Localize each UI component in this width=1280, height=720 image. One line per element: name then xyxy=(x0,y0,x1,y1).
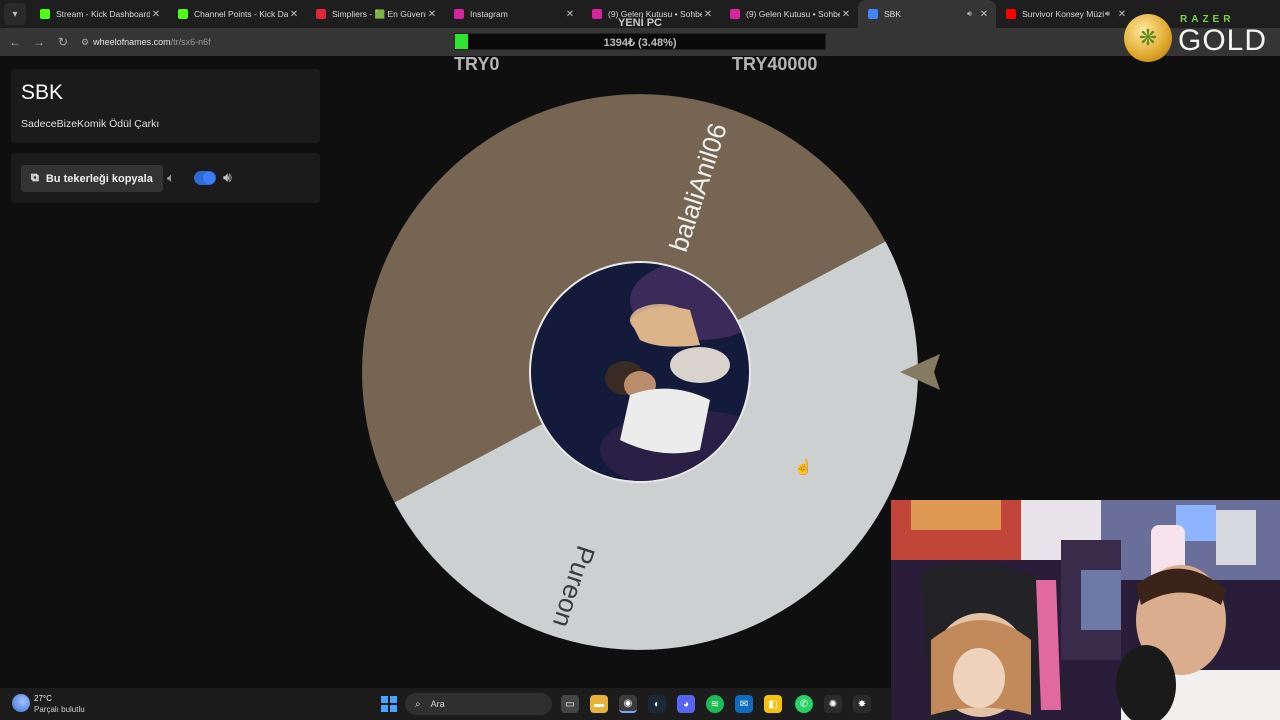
task-view-icon[interactable]: ▭ xyxy=(561,695,579,713)
steam-icon[interactable]: ◐ xyxy=(648,695,666,713)
spotify-icon[interactable]: ≋ xyxy=(706,695,724,713)
app-icon[interactable]: ✸ xyxy=(853,695,871,713)
start-button[interactable] xyxy=(381,696,397,712)
hand-cursor-icon: ☝ xyxy=(794,459,813,476)
search-icon: ⌕ xyxy=(415,698,421,710)
chatgpt-icon[interactable]: ✺ xyxy=(824,695,842,713)
whatsapp-icon[interactable]: ✆ xyxy=(795,695,813,713)
discord-icon[interactable]: ◕ xyxy=(677,695,695,713)
taskbar-search-placeholder: Ara xyxy=(430,699,445,709)
taskbar-search[interactable]: ⌕ Ara xyxy=(405,693,552,715)
weather-icon xyxy=(12,694,30,712)
webcam-feed xyxy=(891,500,1280,720)
sticky-notes-icon[interactable]: ◧ xyxy=(764,695,782,713)
weather-widget[interactable]: 27°C Parçalı bulutlu xyxy=(12,694,85,714)
file-explorer-icon[interactable]: ▬ xyxy=(590,695,608,713)
weather-condition: Parçalı bulutlu xyxy=(34,705,85,714)
webcam-image xyxy=(891,500,1280,720)
chrome-icon[interactable]: ◉ xyxy=(619,695,637,713)
weather-temperature: 27°C xyxy=(34,694,52,703)
outlook-icon[interactable]: ✉ xyxy=(735,695,753,713)
taskbar: 27°C Parçalı bulutlu ⌕ Ara ▭ ▬ ◉ ◐ ◕ ≋ ✉… xyxy=(0,688,891,720)
